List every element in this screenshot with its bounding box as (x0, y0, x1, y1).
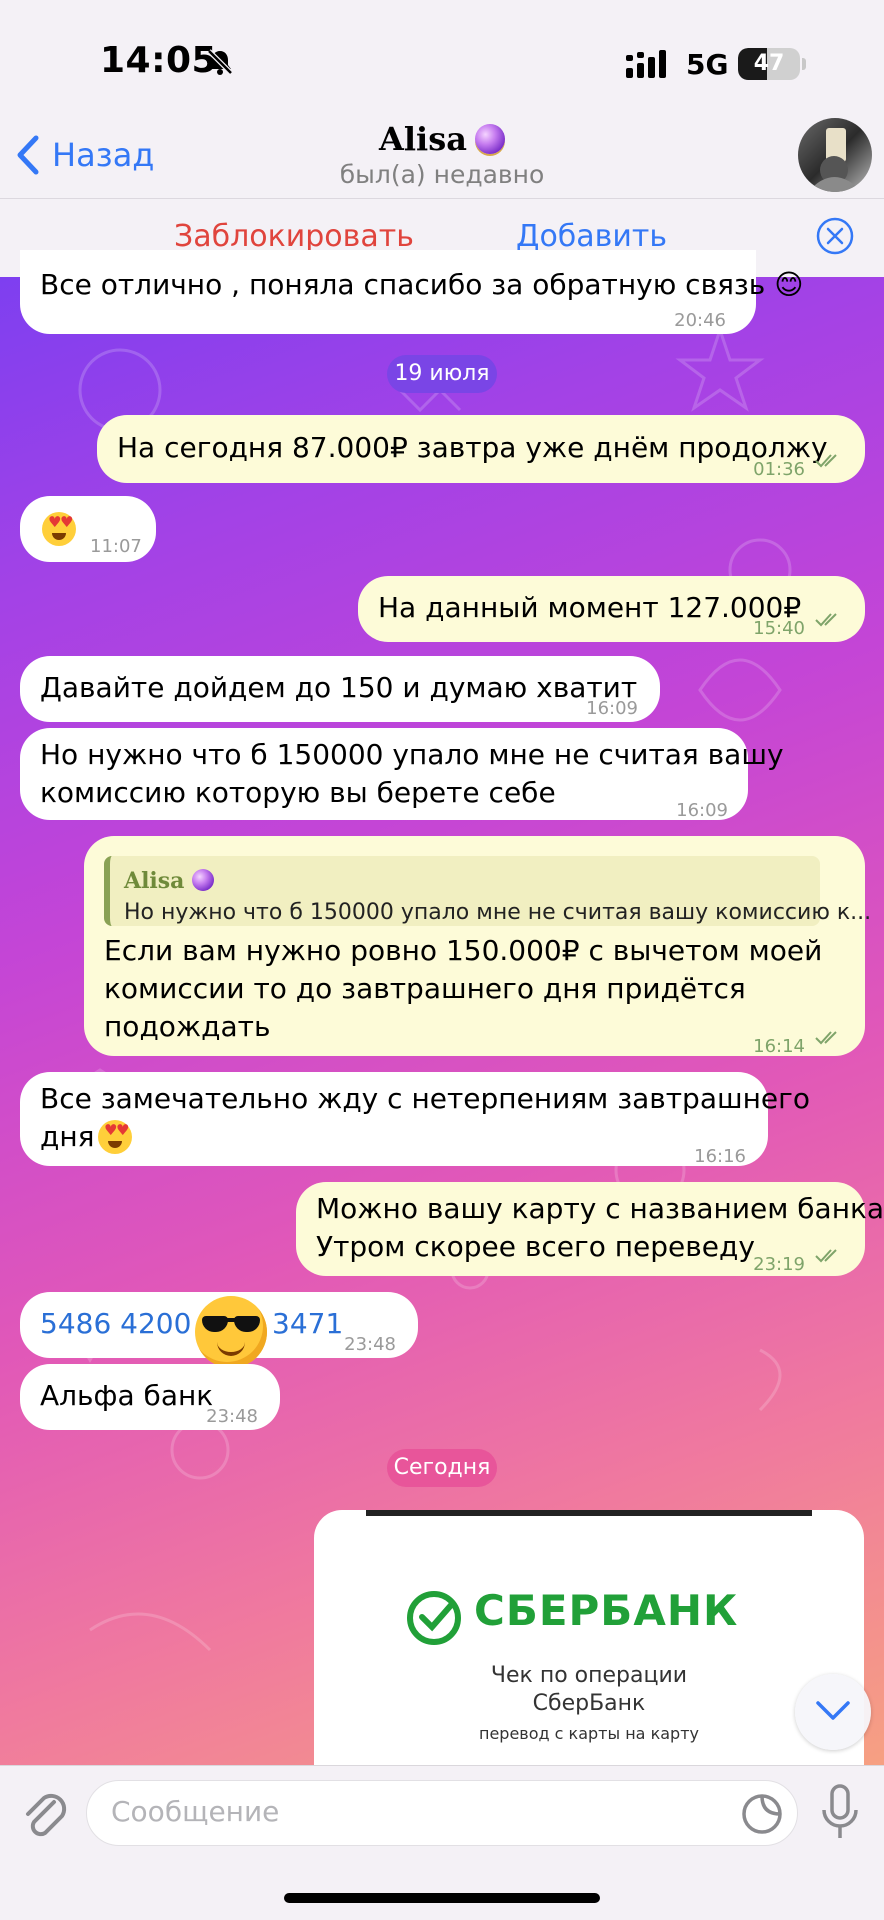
microphone-icon[interactable] (820, 1784, 860, 1842)
battery-icon: 47 (738, 48, 800, 80)
message-text-line: Но нужно что б 150000 упало мне не счита… (40, 738, 784, 771)
read-checkmarks-icon (815, 613, 837, 627)
message-bubble-incoming[interactable]: 11:07 (20, 496, 156, 562)
battery-level: 47 (753, 51, 785, 76)
message-text: На данный момент 127.000₽ (378, 591, 802, 624)
message-text-line: дня (40, 1120, 95, 1153)
image-message-receipt[interactable]: СБЕРБАНК Чек по операции СберБанк перево… (314, 1510, 864, 1765)
card-number-link[interactable]: 3471 (272, 1305, 343, 1343)
contact-name-text: Alisa (379, 120, 467, 158)
message-bubble-outgoing[interactable]: На сегодня 87.000₽ завтра уже днём продо… (97, 415, 865, 483)
bank-name: СБЕРБАНК (474, 1586, 739, 1635)
message-bubble-outgoing[interactable]: Alisa Но нужно что б 150000 упало мне не… (84, 836, 871, 1057)
home-indicator (284, 1893, 600, 1903)
card-number-link[interactable]: 5486 4200 (40, 1305, 191, 1343)
message-text: Давайте дойдем до 150 и думаю хватит (40, 671, 638, 704)
message-text-line: Если вам нужно ровно 150.000₽ с вычетом … (104, 934, 823, 967)
message-bubble-outgoing[interactable]: На данный момент 127.000₽ 15:40 (358, 576, 865, 642)
cellular-signal-icon (626, 50, 666, 78)
network-type: 5G (686, 48, 729, 81)
date-separator: 19 июля (387, 355, 497, 393)
message-time: 16:09 (676, 800, 728, 821)
message-input[interactable]: Сообщение (86, 1780, 798, 1846)
crystal-ball-icon (192, 869, 215, 891)
message-time: 23:48 (206, 1406, 258, 1427)
message-text: Альфа банк (40, 1379, 214, 1412)
contact-status: был(а) недавно (339, 160, 545, 189)
read-checkmarks-icon (815, 1249, 837, 1263)
message-bubble-outgoing[interactable]: Можно вашу карту с названием банка Утром… (296, 1182, 884, 1276)
message-text-line: Можно вашу карту с названием банка (316, 1192, 884, 1225)
read-checkmarks-icon (815, 1031, 837, 1045)
heart-eyes-emoji-icon (98, 1120, 132, 1154)
message-text-line: комиссии то до завтрашнего дня придётся (104, 972, 746, 1005)
sticker-icon[interactable] (741, 1793, 783, 1835)
status-bar: 14:05 5G 47 (0, 0, 884, 120)
scroll-to-bottom-button[interactable] (795, 1674, 871, 1750)
battery-tip (802, 58, 806, 70)
contact-avatar[interactable] (798, 118, 872, 192)
message-text-line: Утром скорее всего переведу (316, 1230, 755, 1263)
message-bubble-incoming[interactable]: Все замечательно жду с нетерпениям завтр… (20, 1072, 810, 1167)
receipt-title: Чек по операции СберБанк (490, 1663, 688, 1716)
message-time: 16:09 (586, 698, 638, 719)
avatar-photo (808, 128, 862, 192)
reply-quote[interactable]: Alisa Но нужно что б 150000 упало мне не… (104, 856, 871, 926)
receipt-paper: СБЕРБАНК Чек по операции СберБанк перево… (366, 1510, 812, 1765)
message-time: 20:46 (674, 310, 726, 331)
message-time: 01:36 (753, 459, 805, 480)
message-time: 23:48 (344, 1334, 396, 1355)
contact-name[interactable]: Alisa (0, 120, 884, 158)
read-checkmarks-icon (815, 454, 837, 468)
message-text: На сегодня 87.000₽ завтра уже днём продо… (117, 431, 828, 464)
message-time: 16:16 (694, 1146, 746, 1167)
close-icon[interactable] (816, 217, 854, 255)
message-bubble-incoming[interactable]: Давайте дойдем до 150 и думаю хватит 16:… (20, 656, 660, 722)
message-time: 15:40 (753, 618, 805, 639)
message-bubble-incoming[interactable]: Альфа банк 23:48 (20, 1364, 280, 1430)
message-text-line: подождать (104, 1010, 271, 1043)
add-contact-button[interactable]: Добавить (516, 219, 667, 254)
message-text-line: Все замечательно жду с нетерпениям завтр… (40, 1082, 810, 1115)
message-time: 11:07 (90, 536, 142, 557)
reply-text: Но нужно что б 150000 упало мне не счита… (124, 900, 872, 925)
message-time: 16:14 (753, 1036, 805, 1057)
sberbank-logo-icon (407, 1591, 461, 1645)
receipt-subtitle: перевод с карты на карту (479, 1724, 699, 1743)
heart-eyes-emoji-icon (42, 512, 76, 546)
date-separator: Сегодня (387, 1449, 497, 1487)
message-bubble-incoming[interactable]: Все отлично , поняла спасибо за обратную… (20, 250, 803, 334)
message-placeholder: Сообщение (111, 1795, 280, 1828)
crystal-ball-icon (474, 124, 505, 154)
mute-bell-icon (207, 49, 233, 75)
message-bubble-incoming[interactable]: Но нужно что б 150000 упало мне не счита… (20, 728, 784, 821)
block-button[interactable]: Заблокировать (174, 219, 414, 254)
chat-header: Назад Alisa был(а) недавно (0, 120, 884, 198)
paperclip-icon[interactable] (20, 1788, 68, 1840)
chat-screen: 14:05 5G 47 Назад Alisa был(а) недавно З… (0, 0, 884, 1920)
message-text-line: комиссию которую вы берете себе (40, 776, 556, 809)
sunglasses-emoji-icon (195, 1296, 267, 1368)
message-time: 23:19 (753, 1254, 805, 1275)
chevron-down-icon (816, 1701, 850, 1720)
clock: 14:05 (100, 40, 218, 81)
message-text: Все отлично , поняла спасибо за обратную… (40, 268, 804, 301)
